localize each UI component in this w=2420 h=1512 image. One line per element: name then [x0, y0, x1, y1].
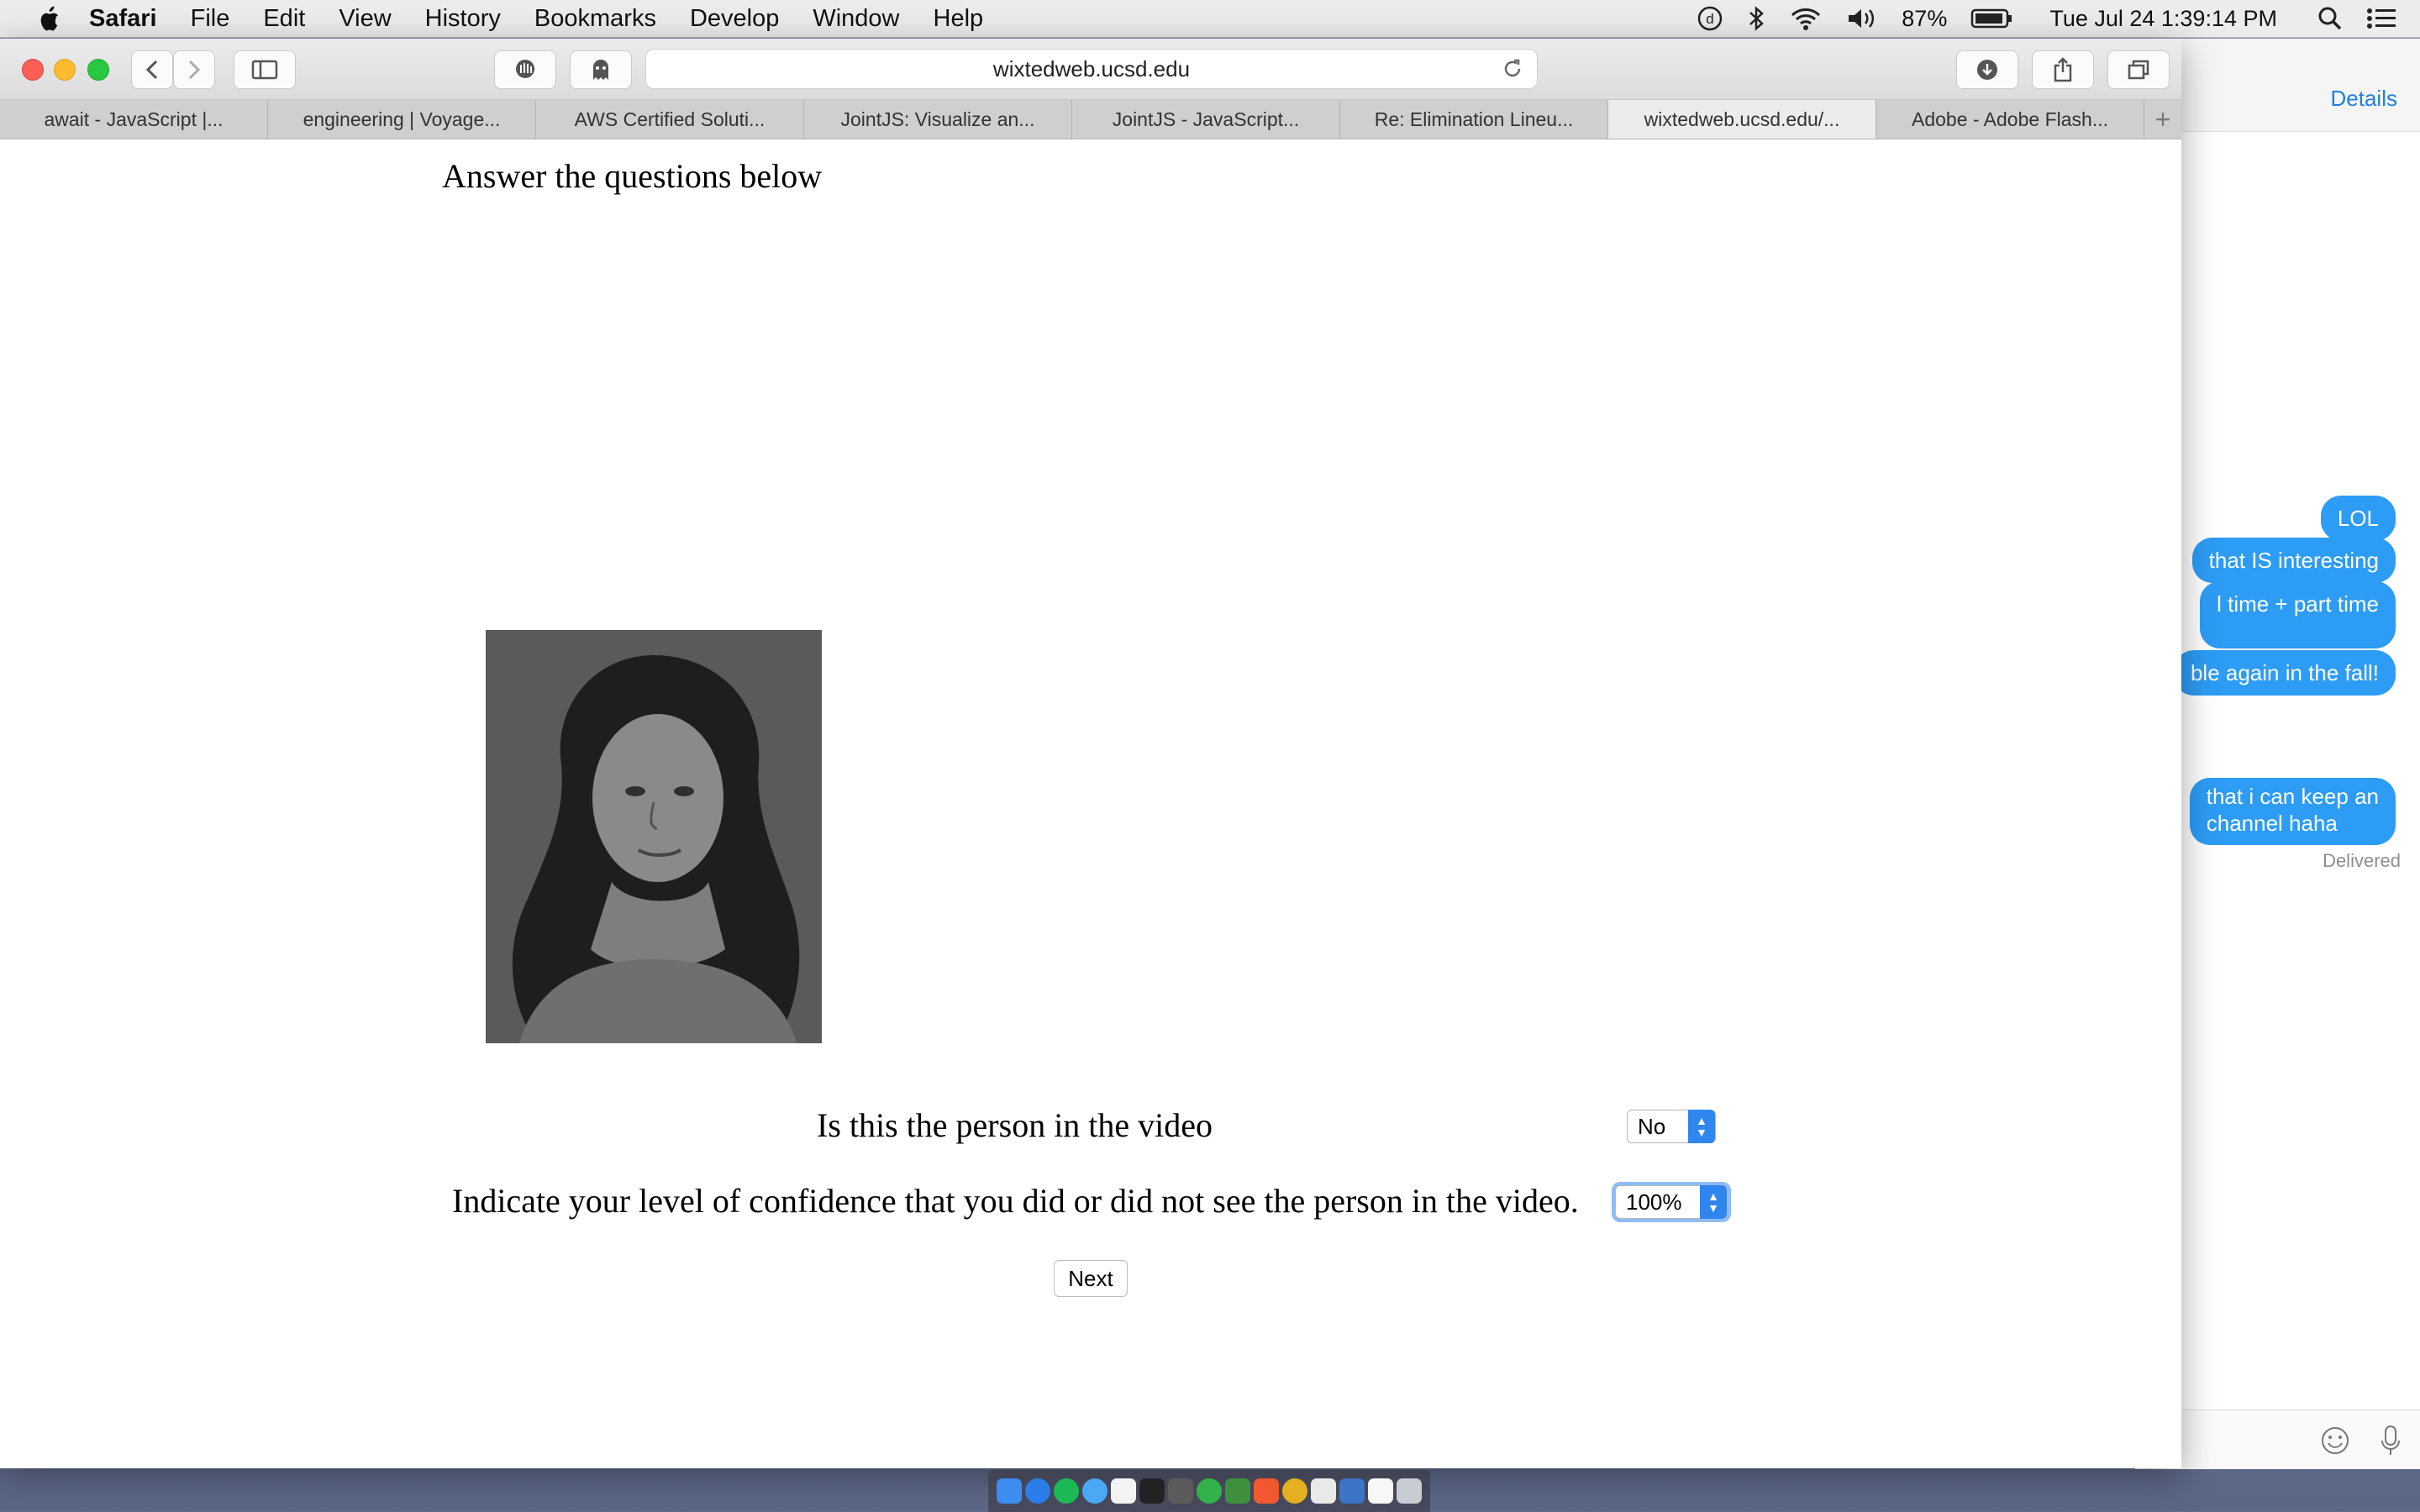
notification-center-icon[interactable]: [2366, 7, 2396, 30]
emoji-icon[interactable]: [2320, 1425, 2350, 1456]
spotify-alt-icon[interactable]: [1197, 1478, 1222, 1504]
next-button[interactable]: Next: [1054, 1260, 1128, 1297]
question-person-in-video: Is this the person in the video: [817, 1106, 1213, 1144]
tab-bar: await - JavaScript |... engineering | Vo…: [0, 100, 2181, 139]
tab-overview-button[interactable]: [2107, 50, 2170, 89]
extension-button[interactable]: [494, 50, 556, 89]
tab[interactable]: await - JavaScript |...: [0, 100, 268, 139]
zoom-window-button[interactable]: [87, 59, 109, 81]
tab-active[interactable]: wixtedweb.ucsd.edu/...: [1608, 100, 1876, 139]
url-text: wixtedweb.ucsd.edu: [992, 55, 1191, 81]
forward-button[interactable]: [173, 50, 215, 89]
ghostery-button[interactable]: [570, 50, 632, 89]
finder-icon[interactable]: [997, 1478, 1022, 1504]
tabs-icon: [2128, 60, 2149, 80]
app-icon[interactable]: [1168, 1478, 1193, 1504]
portrait-image: [486, 630, 822, 1043]
menu-file[interactable]: File: [191, 5, 230, 33]
spotlight-search-icon[interactable]: [2317, 6, 2343, 31]
message-bubble[interactable]: that IS interesting: [2191, 538, 2396, 583]
sidebar-icon: [251, 60, 278, 80]
preview-icon[interactable]: [1311, 1478, 1336, 1504]
menu-help[interactable]: Help: [934, 5, 984, 33]
finder-folder-icon[interactable]: [1339, 1478, 1365, 1504]
menu-develop[interactable]: Develop: [690, 5, 779, 33]
terminal-icon[interactable]: [1139, 1478, 1165, 1504]
messages-icon[interactable]: [1082, 1478, 1107, 1504]
menu-bar: Safari File Edit View History Bookmarks …: [0, 0, 2420, 38]
safari-window: wixtedweb.ucsd.edu await - JavaScript |.…: [0, 39, 2181, 1468]
browser-toolbar: wixtedweb.ucsd.edu: [0, 39, 2181, 100]
chevron-left-icon: [145, 60, 158, 80]
volume-icon[interactable]: [1846, 6, 1878, 31]
share-button[interactable]: [2032, 50, 2094, 89]
downloads-button[interactable]: [1956, 50, 2018, 89]
wifi-icon[interactable]: [1789, 6, 1823, 31]
address-bar[interactable]: wixtedweb.ucsd.edu: [645, 49, 1538, 89]
menu-view[interactable]: View: [339, 5, 391, 33]
question-confidence: Indicate your level of confidence that y…: [452, 1182, 1579, 1220]
ghost-icon: [593, 60, 608, 80]
menu-window[interactable]: Window: [813, 5, 899, 33]
select-arrows-icon: ▲ ▼: [1688, 1110, 1715, 1143]
microphone-icon[interactable]: [2379, 1424, 2402, 1457]
details-link[interactable]: Details: [2331, 86, 2397, 112]
hand-stop-icon: [514, 58, 537, 80]
message-bubble[interactable]: that i can keep an channel haha: [2189, 778, 2396, 845]
tab[interactable]: JointJS - JavaScript...: [1072, 100, 1340, 139]
apple-icon[interactable]: [34, 3, 67, 34]
menu-edit[interactable]: Edit: [263, 5, 305, 33]
confidence-select[interactable]: 100% ▲ ▼: [1615, 1185, 1728, 1219]
share-icon: [2054, 57, 2072, 82]
message-line: channel haha: [2206, 811, 2338, 836]
reload-icon[interactable]: [1502, 58, 1523, 80]
select-value: 100%: [1626, 1189, 1682, 1215]
minimize-window-button[interactable]: [54, 59, 76, 81]
menu-history[interactable]: History: [425, 5, 501, 33]
menu-bookmarks[interactable]: Bookmarks: [534, 5, 656, 33]
select-value: No: [1638, 1113, 1666, 1139]
chrome-icon[interactable]: [1282, 1478, 1307, 1504]
message-bubble[interactable]: LOL: [2320, 496, 2396, 541]
message-bubble[interactable]: ble again in the fall!: [2173, 650, 2396, 696]
calendar-icon[interactable]: [1111, 1478, 1136, 1504]
new-tab-button[interactable]: +: [2144, 100, 2181, 139]
close-window-button[interactable]: [22, 59, 44, 81]
trash-icon[interactable]: [1397, 1478, 1422, 1504]
page-heading: Answer the questions below: [442, 157, 823, 195]
battery-icon[interactable]: [1970, 8, 2012, 29]
dashlane-icon[interactable]: d: [1697, 5, 1723, 32]
face-photo: [486, 630, 822, 1043]
tab[interactable]: engineering | Voyage...: [268, 100, 536, 139]
swift-icon[interactable]: [1254, 1478, 1279, 1504]
svg-text:d: d: [1707, 11, 1714, 27]
battery-percent: 87%: [1902, 5, 1948, 31]
tab[interactable]: Re: Elimination Lineu...: [1340, 100, 1608, 139]
menu-app-name[interactable]: Safari: [89, 5, 157, 33]
message-line: that i can keep an: [2206, 784, 2379, 809]
bluetooth-icon[interactable]: [1747, 5, 1765, 32]
sidebar-toggle-button[interactable]: [234, 50, 296, 89]
spotify-icon[interactable]: [1054, 1478, 1079, 1504]
chevron-right-icon: [188, 60, 201, 80]
download-icon: [1977, 60, 1997, 80]
person-in-video-select[interactable]: No ▲ ▼: [1627, 1110, 1716, 1143]
dock: [988, 1470, 1430, 1512]
page-content: Answer the questions below Is this the p…: [0, 139, 2181, 1468]
mongodb-icon[interactable]: [1225, 1478, 1250, 1504]
back-button[interactable]: [131, 50, 173, 89]
tab[interactable]: JointJS: Visualize an...: [804, 100, 1072, 139]
message-bubble[interactable]: l time + part time: [2200, 581, 2396, 648]
document-icon[interactable]: [1368, 1478, 1393, 1504]
clock[interactable]: Tue Jul 24 1:39:14 PM: [2049, 6, 2277, 32]
safari-icon[interactable]: [1025, 1478, 1050, 1504]
delivered-status: Delivered: [2323, 850, 2401, 871]
select-arrows-icon: ▲ ▼: [1700, 1185, 1727, 1219]
tab[interactable]: AWS Certified Soluti...: [536, 100, 804, 139]
tab[interactable]: Adobe - Adobe Flash...: [1876, 100, 2144, 139]
